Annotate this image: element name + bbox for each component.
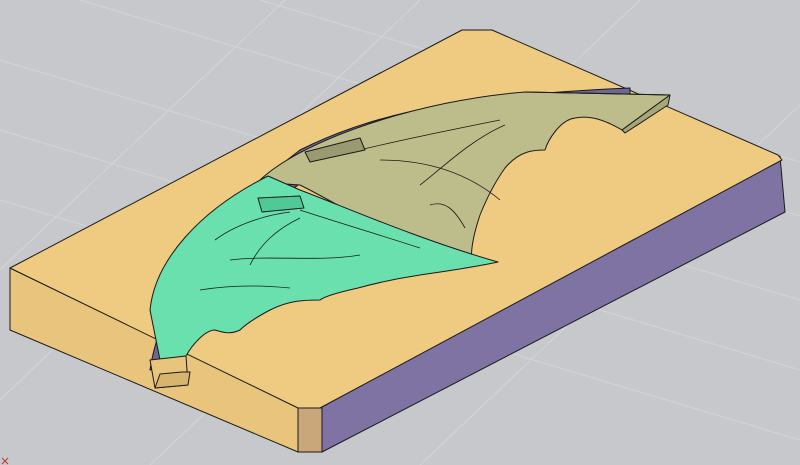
block-front-corner <box>297 405 323 453</box>
ucs-axis-icon <box>1 457 9 465</box>
cad-viewport[interactable] <box>0 0 800 465</box>
wing-stem-shadow <box>154 371 191 389</box>
